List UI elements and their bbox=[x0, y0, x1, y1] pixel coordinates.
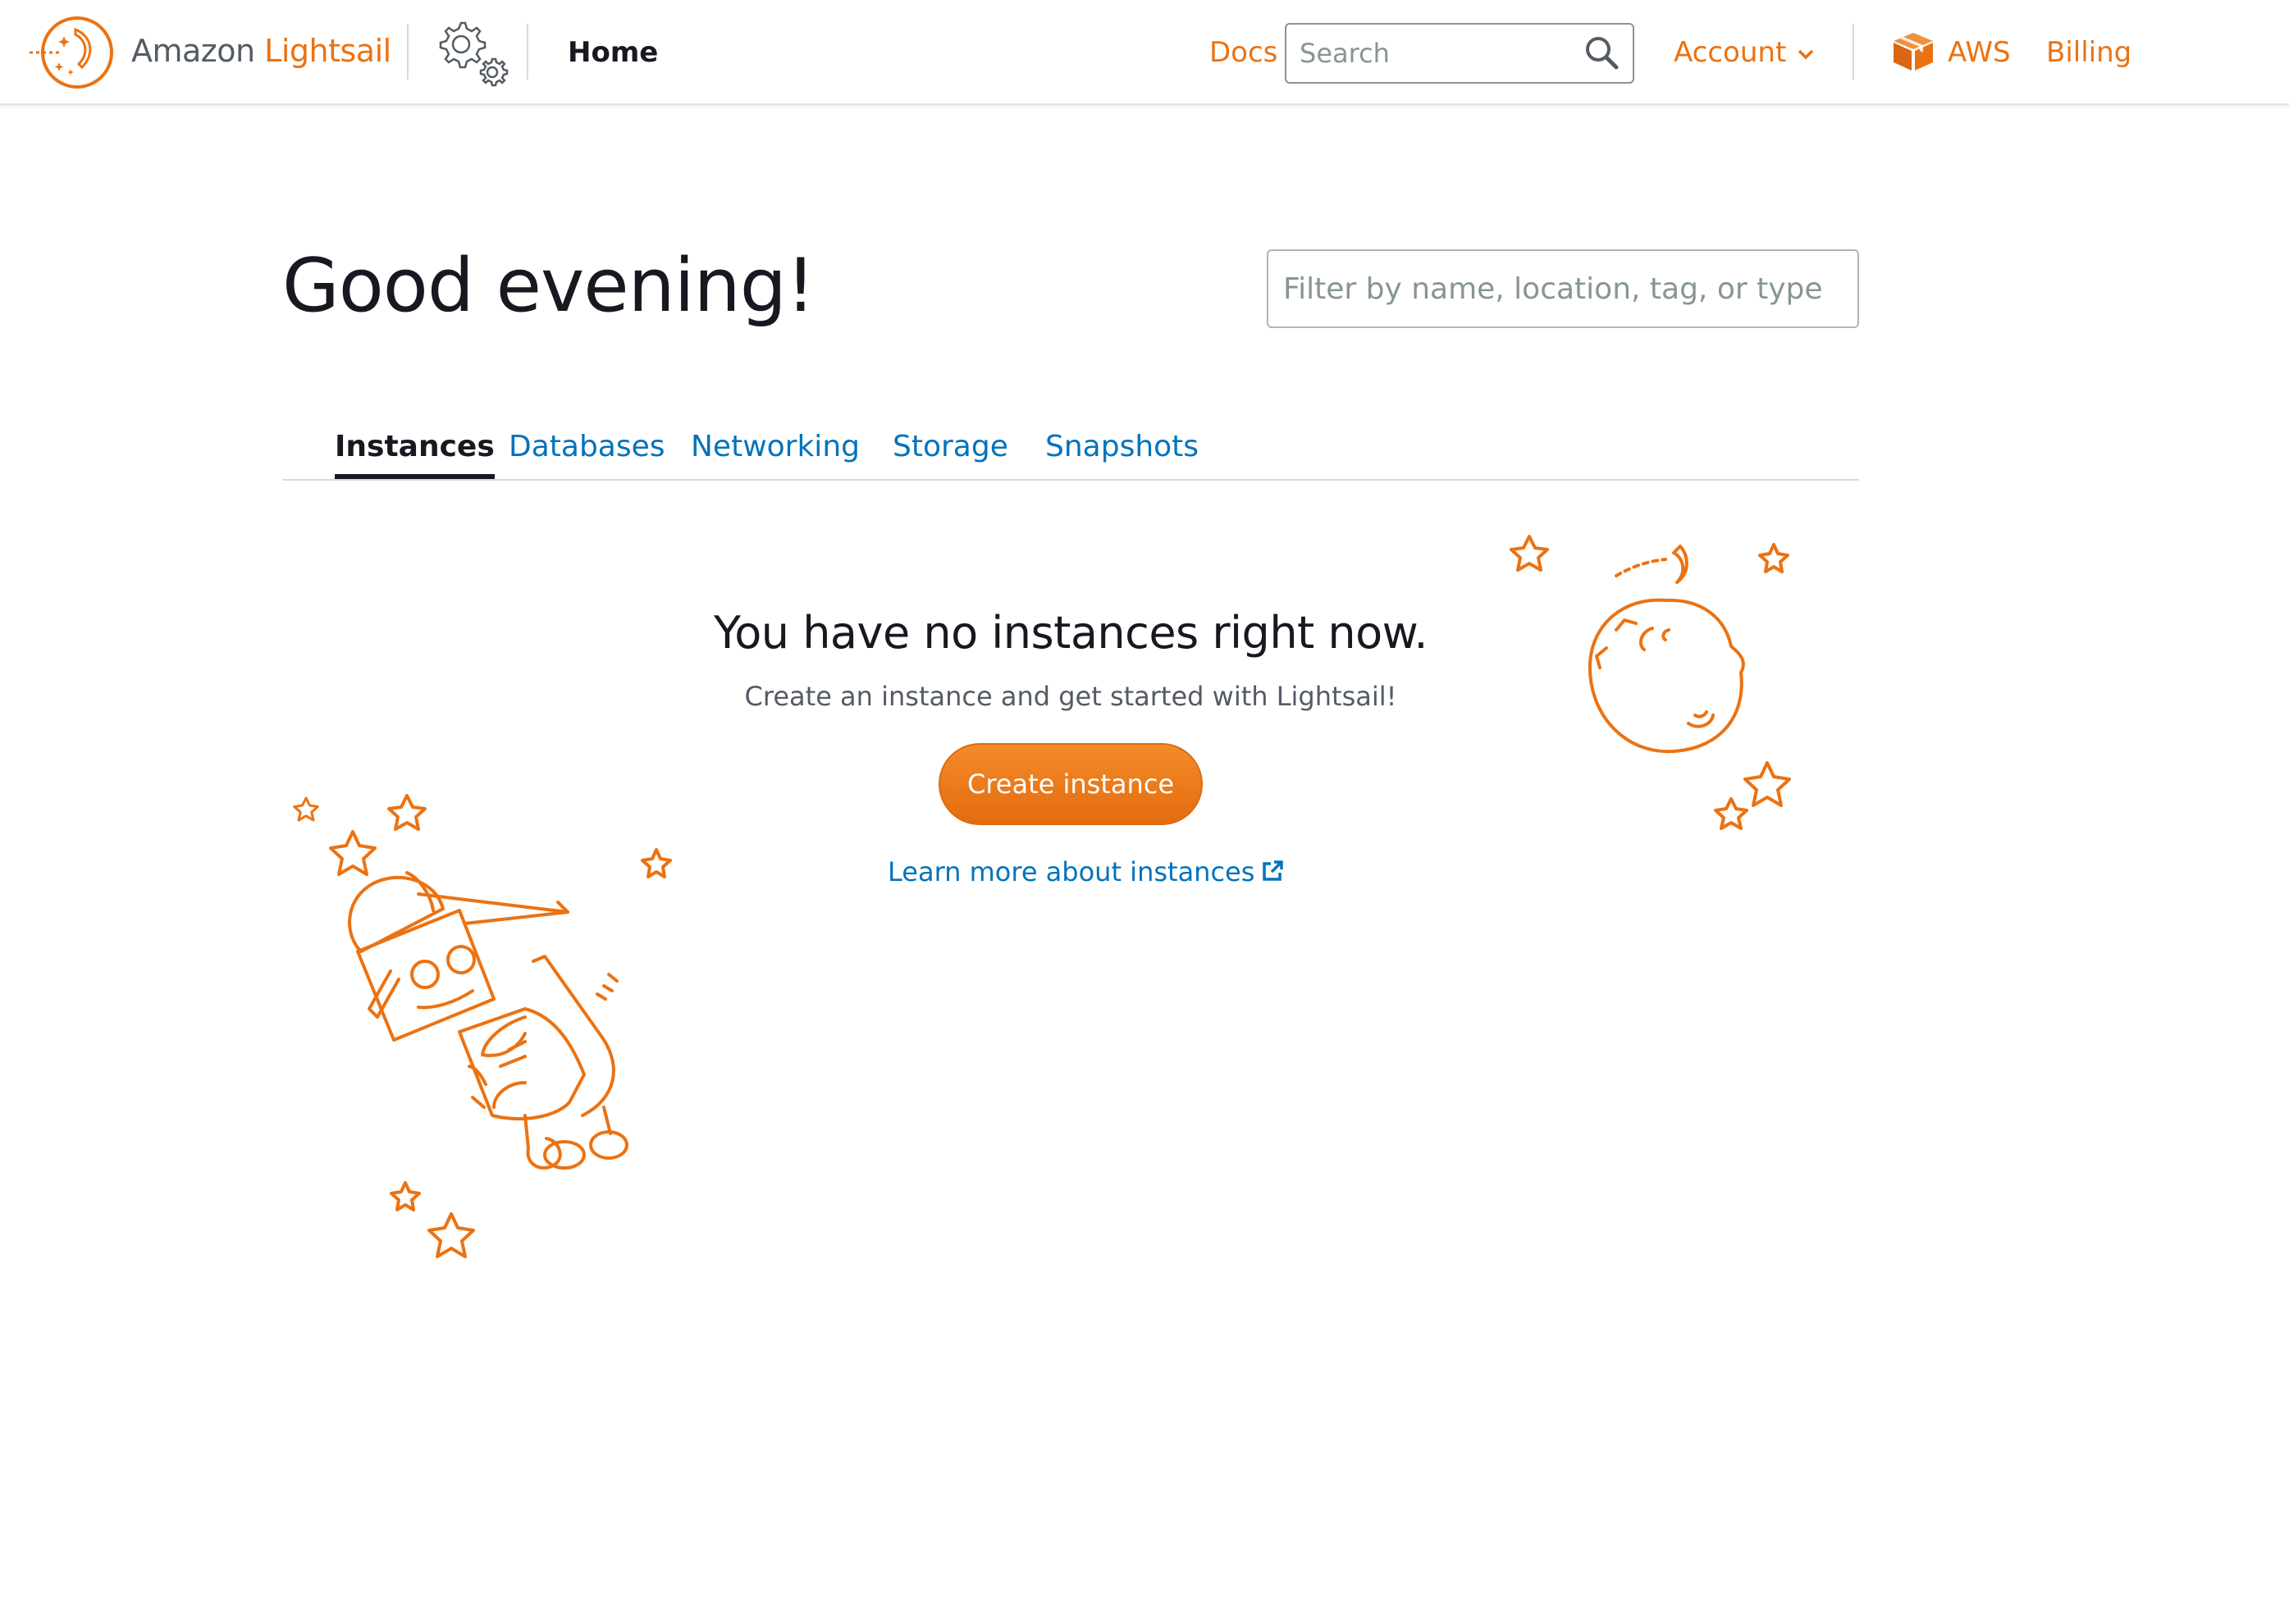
empty-state-subtitle: Create an instance and get started with … bbox=[744, 681, 1397, 712]
tab-label: Snapshots bbox=[1045, 430, 1199, 463]
robot-astronaut-illustration bbox=[293, 794, 672, 1258]
account-label: Account bbox=[1674, 36, 1787, 69]
search-icon[interactable] bbox=[1583, 34, 1620, 71]
search-input[interactable] bbox=[1286, 25, 1579, 82]
lightsail-logo-icon[interactable] bbox=[28, 15, 117, 90]
tab-instances[interactable]: Instances bbox=[335, 430, 495, 479]
learn-more-label: Learn more about instances bbox=[888, 856, 1255, 887]
aws-link[interactable]: AWS bbox=[1948, 36, 2011, 69]
resource-tabs: Instances Databases Networking Storage S… bbox=[282, 418, 1859, 481]
learn-more-link[interactable]: Learn more about instances bbox=[888, 856, 1284, 887]
tab-databases[interactable]: Databases bbox=[509, 430, 665, 477]
docs-link[interactable]: Docs bbox=[1209, 36, 1277, 69]
header-divider bbox=[1853, 24, 1854, 80]
header-divider bbox=[527, 24, 528, 80]
brand-lightsail: Lightsail bbox=[264, 33, 391, 69]
header-search bbox=[1285, 23, 1634, 84]
planet-illustration bbox=[1510, 535, 1791, 830]
external-link-icon bbox=[1263, 860, 1284, 881]
billing-link[interactable]: Billing bbox=[2046, 36, 2131, 69]
top-navigation-bar: Amazon Lightsail Home Docs Account AWS B… bbox=[0, 0, 2289, 105]
header-divider bbox=[407, 24, 409, 80]
tab-label: Networking bbox=[691, 430, 860, 463]
brand-prefix: Amazon bbox=[131, 33, 265, 69]
tab-label: Instances bbox=[335, 430, 495, 463]
active-tab-indicator bbox=[335, 474, 495, 479]
tab-label: Databases bbox=[509, 430, 665, 463]
tab-storage[interactable]: Storage bbox=[893, 430, 1008, 477]
tab-label: Storage bbox=[893, 430, 1008, 463]
filter-input[interactable] bbox=[1267, 249, 1859, 328]
tab-snapshots[interactable]: Snapshots bbox=[1045, 430, 1199, 477]
aws-cube-icon[interactable] bbox=[1892, 31, 1935, 72]
chevron-down-icon bbox=[1798, 49, 1814, 59]
empty-state-title: You have no instances right now. bbox=[713, 607, 1428, 659]
tab-networking[interactable]: Networking bbox=[691, 430, 860, 477]
create-instance-button[interactable]: Create instance bbox=[939, 743, 1203, 825]
account-menu[interactable]: Account bbox=[1674, 36, 1814, 69]
page-title: Good evening! bbox=[282, 243, 816, 329]
gears-icon[interactable] bbox=[430, 11, 512, 90]
home-link[interactable]: Home bbox=[568, 36, 658, 69]
brand-name[interactable]: Amazon Lightsail bbox=[131, 33, 391, 69]
